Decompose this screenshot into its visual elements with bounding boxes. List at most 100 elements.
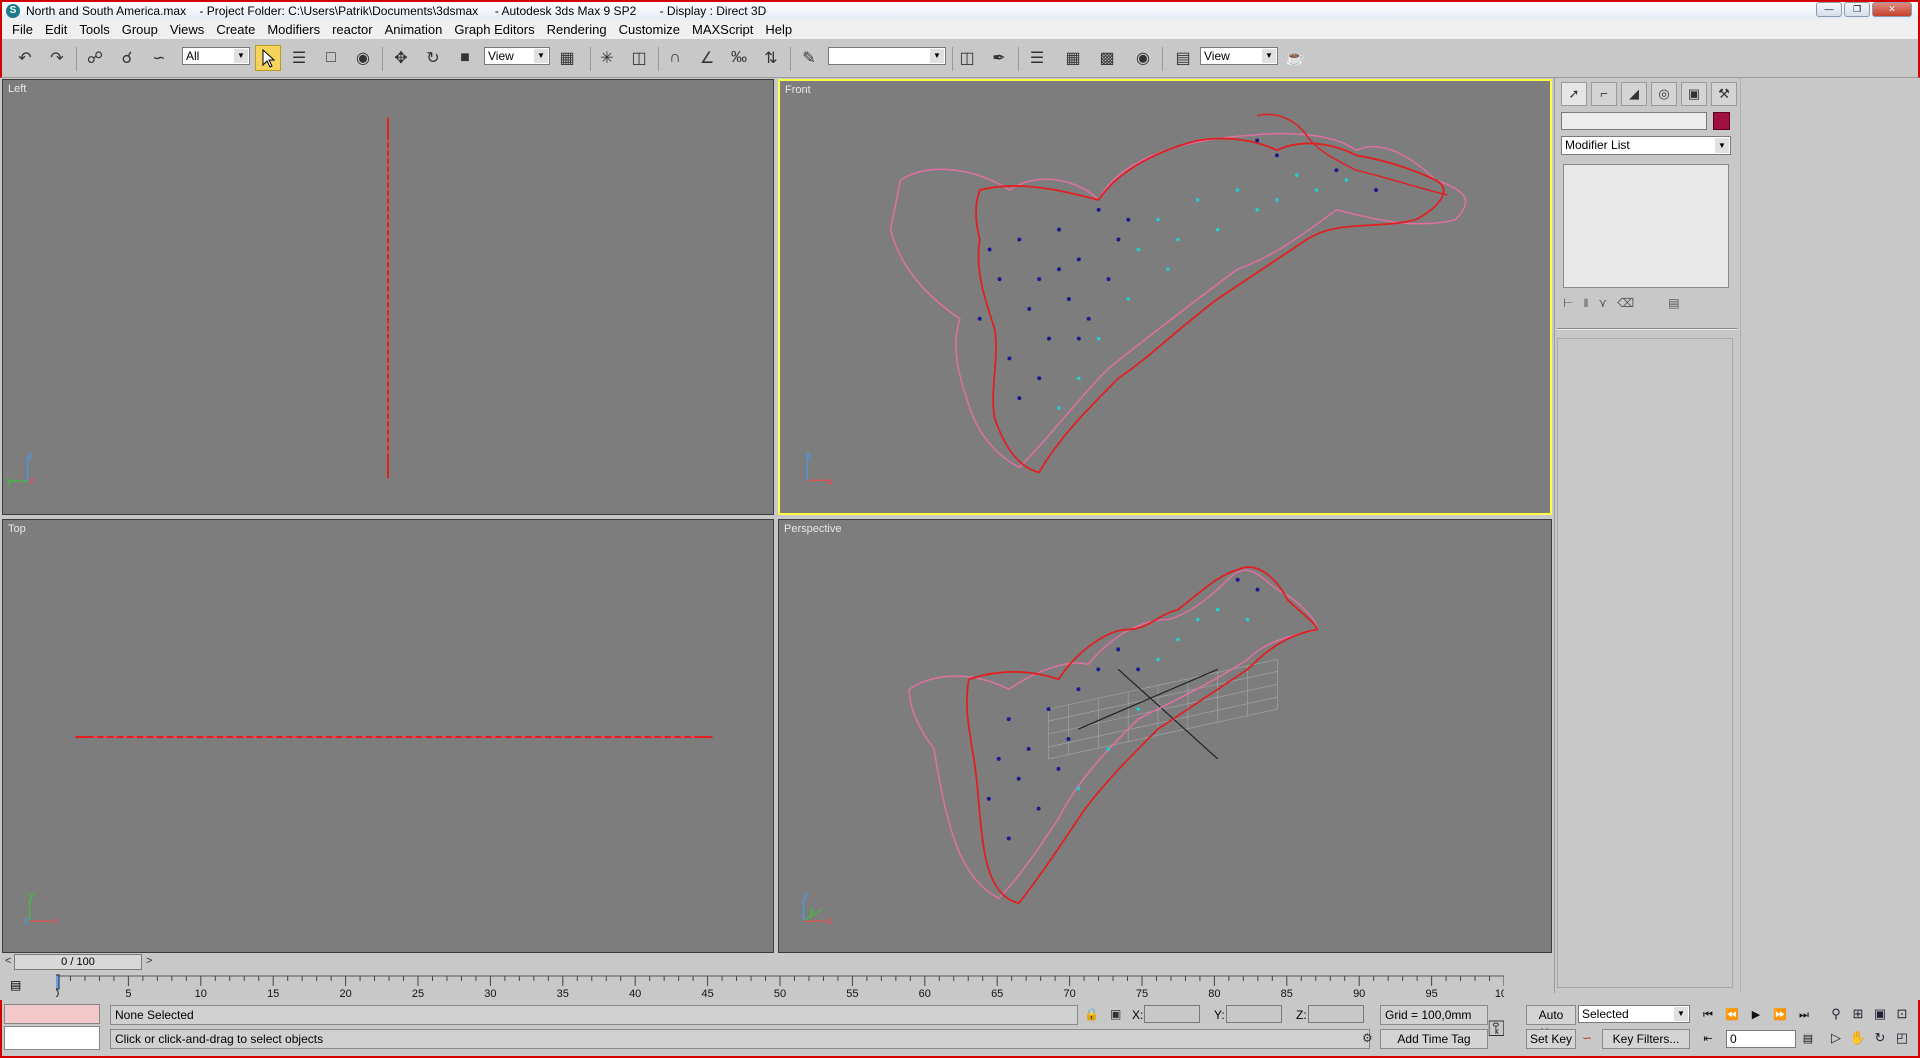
current-frame-marker[interactable]	[56, 974, 60, 990]
modifier-stack[interactable]	[1563, 164, 1729, 288]
maxscript-listener-input[interactable]	[4, 1026, 100, 1050]
menu-animation[interactable]: Animation	[379, 22, 449, 37]
lock-selection-icon[interactable]: 🔒	[1084, 1007, 1099, 1021]
menu-create[interactable]: Create	[210, 22, 261, 37]
key-filters-button[interactable]: Key Filters...	[1602, 1029, 1690, 1049]
select-and-link-icon[interactable]: ☍	[82, 45, 108, 71]
render-type-dropdown[interactable]: View ▼	[1200, 47, 1278, 65]
undo-icon[interactable]: ↶	[12, 45, 38, 71]
window-crossing-icon[interactable]: ◉	[350, 45, 376, 71]
field-of-view-icon[interactable]: ▷	[1826, 1028, 1846, 1048]
menu-group[interactable]: Group	[116, 22, 164, 37]
utilities-icon[interactable]: ⚒	[1711, 82, 1737, 106]
select-object-icon[interactable]	[255, 45, 281, 71]
key-mode-toggle-icon[interactable]: ⇤	[1698, 1030, 1718, 1048]
menu-graph-editors[interactable]: Graph Editors	[448, 22, 540, 37]
set-key-button[interactable]: Set Key	[1526, 1029, 1576, 1049]
add-time-tag-button[interactable]: Add Time Tag	[1380, 1029, 1488, 1049]
redo-icon[interactable]: ↷	[44, 45, 70, 71]
menu-help[interactable]: Help	[759, 22, 798, 37]
default-in-out-tangents-icon[interactable]: ∽	[1582, 1031, 1592, 1045]
app-icon[interactable]: S	[6, 3, 20, 18]
menu-rendering[interactable]: Rendering	[541, 22, 613, 37]
select-and-move-icon[interactable]: ✥	[388, 45, 414, 71]
menu-tools[interactable]: Tools	[73, 22, 115, 37]
make-unique-icon[interactable]: ⋎	[1598, 296, 1607, 316]
time-prev-icon[interactable]: <	[5, 955, 11, 967]
select-and-rotate-icon[interactable]: ↻	[420, 45, 446, 71]
layer-manager-icon[interactable]: ☰	[1024, 45, 1050, 71]
named-selection-dropdown[interactable]: ▼	[828, 47, 946, 65]
auto-key-button[interactable]: Auto Key	[1526, 1005, 1576, 1040]
percent-snap-icon[interactable]: ‰	[726, 45, 752, 71]
time-slider-thumb[interactable]: 0 / 100	[14, 954, 142, 970]
arc-rotate-icon[interactable]: ↻	[1870, 1028, 1890, 1048]
configure-modifier-sets-icon[interactable]: ▤	[1668, 296, 1679, 316]
menu-views[interactable]: Views	[164, 22, 210, 37]
previous-frame-icon[interactable]: ⏪	[1722, 1006, 1742, 1024]
zoom-extents-icon[interactable]: ▣	[1870, 1004, 1890, 1024]
bind-to-space-warp-icon[interactable]: ∽	[146, 45, 172, 71]
maxscript-listener-output[interactable]	[4, 1004, 100, 1024]
display-icon[interactable]: ▣	[1681, 82, 1707, 106]
time-next-icon[interactable]: >	[146, 955, 152, 967]
menu-file[interactable]: File	[6, 22, 39, 37]
y-coord-field[interactable]	[1226, 1005, 1282, 1023]
viewport-perspective[interactable]: Perspective z y x	[778, 519, 1552, 953]
hierarchy-icon[interactable]: ◢	[1621, 82, 1647, 106]
angle-snap-icon[interactable]: ∠	[694, 45, 720, 71]
viewport-label-left[interactable]: Left	[8, 83, 26, 95]
select-and-manipulate-icon[interactable]: ✳	[594, 45, 620, 71]
select-by-name-icon[interactable]: ☰	[286, 45, 312, 71]
viewport-label-front[interactable]: Front	[785, 84, 811, 96]
go-to-start-icon[interactable]: ⏮	[1698, 1006, 1718, 1024]
restore-button[interactable]: ❐	[1844, 2, 1870, 17]
viewport-left[interactable]: Left y z x	[2, 79, 774, 515]
schematic-view-icon[interactable]: ▩	[1094, 45, 1120, 71]
zoom-icon[interactable]: ⚲	[1826, 1004, 1846, 1024]
maximize-viewport-icon[interactable]: ◰	[1892, 1028, 1912, 1048]
menu-maxscript[interactable]: MAXScript	[686, 22, 759, 37]
object-color-swatch[interactable]	[1713, 112, 1730, 130]
play-animation-icon[interactable]: ▶	[1746, 1006, 1766, 1024]
track-ruler[interactable]: 0 5 10 15 20 25 30 35 40 45 50 55 60 65 70 75 80 85 90 95 10…	[56, 974, 1504, 1000]
viewport-front[interactable]: Front z x	[778, 79, 1552, 515]
menu-edit[interactable]: Edit	[39, 22, 73, 37]
pin-stack-icon[interactable]: ⊢	[1563, 296, 1573, 316]
material-editor-icon[interactable]: ◉	[1130, 45, 1156, 71]
create-icon[interactable]: ➚	[1561, 82, 1587, 106]
remove-modifier-icon[interactable]: ⌫	[1617, 296, 1634, 316]
viewport-top[interactable]: Top y z x	[2, 519, 774, 953]
keyboard-shortcut-override-icon[interactable]: ◫	[626, 45, 652, 71]
mirror-icon[interactable]: ◫	[954, 45, 980, 71]
track-bar[interactable]: ▤ 0 5 10 15 20 25 30 35 40 45 50 55 60 65 70 75 80 85 90 95…	[2, 974, 1552, 1000]
render-scene-dialog-icon[interactable]: ▤	[1170, 45, 1196, 71]
modify-icon[interactable]: ⌐	[1591, 82, 1617, 106]
zoom-extents-all-icon[interactable]: ⊡	[1892, 1004, 1912, 1024]
select-and-scale-icon[interactable]: ■	[452, 45, 478, 71]
time-slider[interactable]: < 0 / 100 >	[2, 953, 1552, 971]
open-mini-curve-editor-icon[interactable]: ▤	[10, 978, 30, 992]
menu-reactor[interactable]: reactor	[326, 22, 378, 37]
menu-customize[interactable]: Customize	[613, 22, 686, 37]
x-coord-field[interactable]	[1144, 1005, 1200, 1023]
spinner-snap-icon[interactable]: ⇅	[758, 45, 784, 71]
curve-editor-icon[interactable]: ▦	[1060, 45, 1086, 71]
quick-render-teapot-icon[interactable]: ☕	[1282, 45, 1308, 71]
snaps-toggle-icon[interactable]: ∩	[662, 45, 688, 71]
menu-modifiers[interactable]: Modifiers	[261, 22, 326, 37]
key-mode-dropdown[interactable]: Selected ▼	[1578, 1005, 1690, 1023]
next-frame-icon[interactable]: ⏩	[1770, 1006, 1790, 1024]
current-frame-field[interactable]: 0	[1726, 1030, 1796, 1048]
absolute-mode-transform-icon[interactable]: ▣	[1110, 1007, 1121, 1021]
unlink-icon[interactable]: ☌	[114, 45, 140, 71]
go-to-end-icon[interactable]: ⏭	[1794, 1006, 1814, 1024]
zoom-all-icon[interactable]: ⊞	[1848, 1004, 1868, 1024]
rollout-area[interactable]	[1557, 338, 1733, 988]
object-name-field[interactable]	[1561, 112, 1707, 130]
pivot-center-icon[interactable]: ▦	[554, 45, 580, 71]
show-end-result-icon[interactable]: ‖	[1583, 296, 1588, 316]
time-configuration-icon[interactable]: ▤	[1798, 1030, 1818, 1048]
modifier-list-dropdown[interactable]: Modifier List ▼	[1561, 136, 1731, 155]
z-coord-field[interactable]	[1308, 1005, 1364, 1023]
